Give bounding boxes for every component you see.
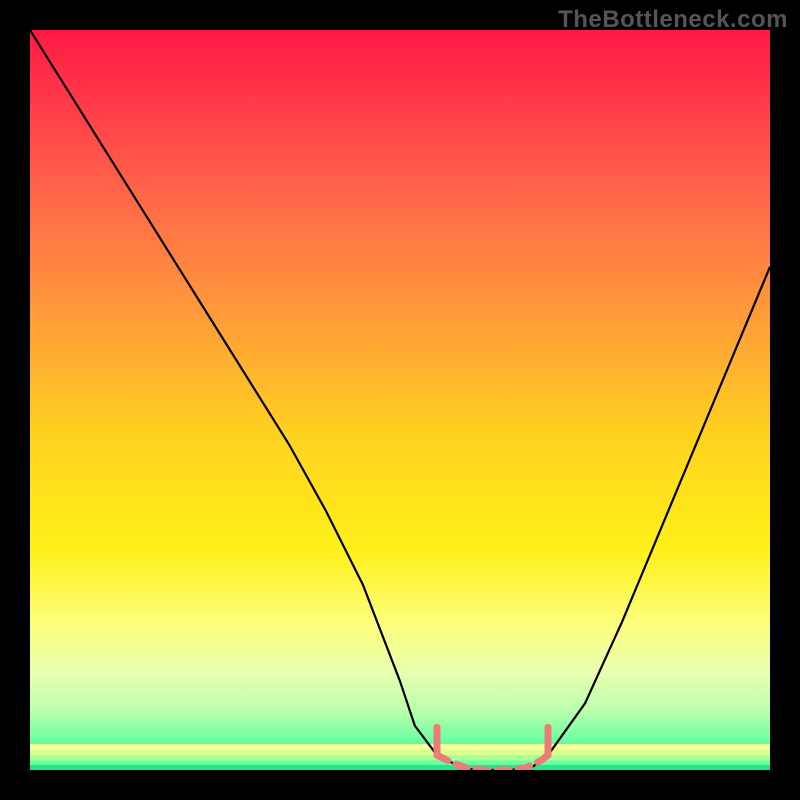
- bottom-color-bands: [30, 744, 770, 770]
- chart-frame: TheBottleneck.com: [0, 0, 800, 800]
- gradient-background: [30, 30, 770, 770]
- plot-svg: [30, 30, 770, 770]
- plot-area: [30, 30, 770, 770]
- watermark-text: TheBottleneck.com: [558, 6, 788, 34]
